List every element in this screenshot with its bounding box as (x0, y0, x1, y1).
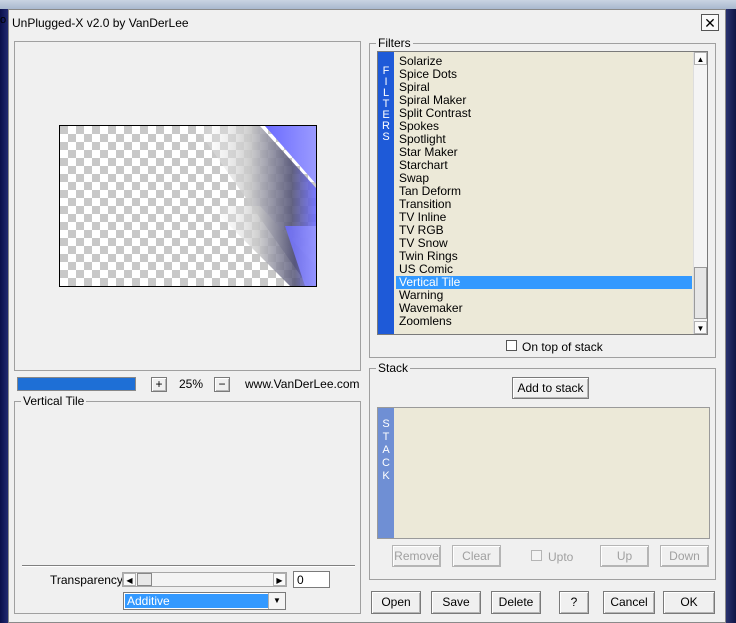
desktop-background-top (0, 0, 736, 9)
blend-mode-dropdown[interactable]: Additive ▼ (123, 592, 286, 610)
background-text-fragment: o (0, 14, 7, 26)
down-button[interactable]: Down (660, 545, 709, 567)
stack-strip: STACK (378, 408, 394, 538)
filters-strip-letter: S (382, 131, 390, 143)
scroll-thumb[interactable] (694, 267, 707, 319)
preview-image (59, 125, 317, 287)
desktop-background-right (726, 9, 736, 623)
scroll-up-icon[interactable]: ▲ (694, 52, 707, 65)
scroll-down-icon[interactable]: ▼ (694, 321, 707, 334)
close-button[interactable]: ✕ (701, 14, 719, 31)
transparency-label: Transparency (50, 573, 123, 587)
filters-label: Filters (376, 36, 413, 50)
filter-parameters-label: Vertical Tile (21, 394, 87, 408)
title-bar: UnPlugged-X v2.0 by VanDerLee ✕ (9, 10, 725, 36)
filters-strip-letters: FILTERS (378, 52, 394, 143)
stack-strip-letter: T (382, 431, 390, 443)
filter-item[interactable]: Zoomlens (396, 315, 692, 328)
slider-thumb[interactable] (137, 573, 152, 586)
filter-item[interactable]: Spice Dots (396, 68, 692, 81)
filters-strip: FILTERS (378, 52, 394, 334)
stack-strip-letter: A (382, 444, 390, 456)
help-button[interactable]: ? (559, 591, 589, 614)
filter-scrollbar[interactable]: ▲ ▼ (693, 52, 707, 334)
open-button[interactable]: Open (371, 591, 421, 614)
cancel-button[interactable]: Cancel (603, 591, 655, 614)
delete-button[interactable]: Delete (491, 591, 541, 614)
zoom-in-button[interactable]: + (151, 377, 167, 392)
preview-canvas (60, 126, 316, 286)
transparency-slider[interactable]: ◀ ▶ (122, 572, 287, 587)
clear-button[interactable]: Clear (452, 545, 501, 567)
filter-list[interactable]: FILTERS Solarize Spice Dots Spiral Spiral M… (377, 51, 708, 335)
filter-item[interactable]: Starchart (396, 159, 692, 172)
zoom-level: 25% (179, 377, 204, 391)
window-title: UnPlugged-X v2.0 by VanDerLee (12, 16, 189, 30)
stack-strip-letter: S (382, 418, 390, 430)
save-button[interactable]: Save (431, 591, 481, 614)
zoom-out-button[interactable]: − (214, 377, 230, 392)
upto-checkbox[interactable] (531, 550, 542, 561)
slider-left-arrow-icon[interactable]: ◀ (123, 573, 136, 586)
blend-mode-value: Additive (125, 594, 270, 608)
stack-list[interactable]: STACK (377, 407, 710, 539)
stack-strip-letter: K (382, 470, 390, 482)
ok-button[interactable]: OK (663, 591, 715, 614)
remove-button[interactable]: Remove (392, 545, 441, 567)
on-top-checkbox[interactable] (506, 340, 517, 351)
filter-items: Solarize Spice Dots Spiral Spiral Maker Spli… (396, 55, 692, 328)
stack-strip-letters: STACK (378, 408, 394, 483)
separator-line (22, 565, 355, 567)
slider-right-arrow-icon[interactable]: ▶ (273, 573, 286, 586)
upto-label: Upto (548, 550, 574, 564)
up-button[interactable]: Up (600, 545, 649, 567)
on-top-label: On top of stack (522, 340, 603, 354)
transparency-value-field[interactable] (293, 571, 330, 588)
filter-item[interactable]: Split Contrast (396, 107, 692, 120)
add-to-stack-button[interactable]: Add to stack (512, 377, 589, 399)
plugin-window: UnPlugged-X v2.0 by VanDerLee ✕ + 25% − … (8, 9, 726, 623)
chevron-down-icon[interactable]: ▼ (268, 593, 285, 609)
stack-strip-letter: C (382, 457, 390, 469)
stack-label: Stack (376, 361, 411, 375)
website-link[interactable]: www.VanDerLee.com (245, 377, 360, 391)
progress-bar (17, 377, 136, 391)
